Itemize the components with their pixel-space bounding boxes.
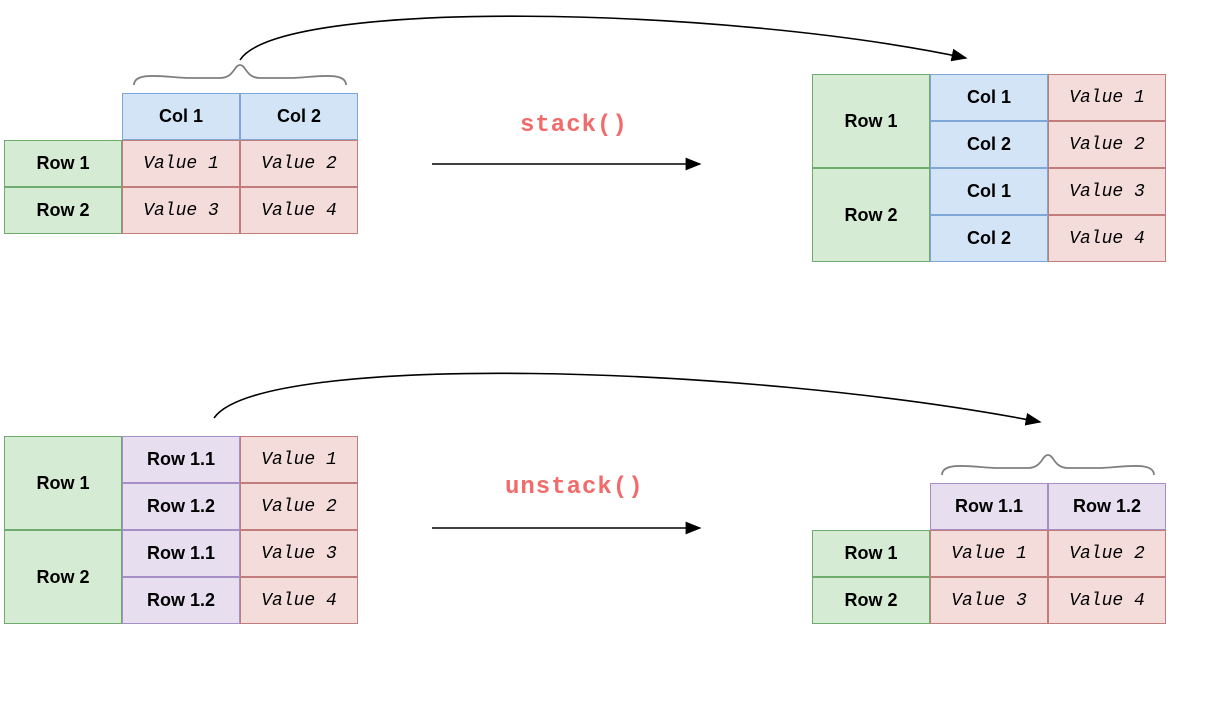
unstack-label: unstack() bbox=[505, 474, 644, 501]
arrow-icon bbox=[214, 373, 1040, 422]
data-cell: Value 1 bbox=[240, 436, 358, 483]
row-header-inner: Row 1.2 bbox=[122, 483, 240, 530]
data-cell: Value 1 bbox=[122, 140, 240, 187]
arrow-icon bbox=[240, 16, 966, 60]
row-header: Row 2 bbox=[4, 187, 122, 234]
row-header-outer: Row 1 bbox=[4, 436, 122, 530]
data-cell: Value 4 bbox=[1048, 215, 1166, 262]
row-header-inner: Row 1.1 bbox=[122, 436, 240, 483]
data-cell: Value 3 bbox=[930, 577, 1048, 624]
row-header: Row 2 bbox=[812, 577, 930, 624]
data-cell: Value 4 bbox=[1048, 577, 1166, 624]
row-header-inner: Col 2 bbox=[930, 121, 1048, 168]
data-cell: Value 3 bbox=[240, 530, 358, 577]
row-header-outer: Row 2 bbox=[4, 530, 122, 624]
brace-icon bbox=[134, 65, 346, 85]
data-cell: Value 2 bbox=[240, 140, 358, 187]
row-header-inner: Row 1.2 bbox=[122, 577, 240, 624]
col-header: Col 2 bbox=[240, 93, 358, 140]
row-header: Row 1 bbox=[4, 140, 122, 187]
row-header-outer: Row 1 bbox=[812, 74, 930, 168]
row-header-inner: Col 1 bbox=[930, 168, 1048, 215]
row-header: Row 1 bbox=[812, 530, 930, 577]
row-header-inner: Col 1 bbox=[930, 74, 1048, 121]
col-header: Row 1.1 bbox=[930, 483, 1048, 530]
data-cell: Value 2 bbox=[240, 483, 358, 530]
col-header: Row 1.2 bbox=[1048, 483, 1166, 530]
data-cell: Value 3 bbox=[1048, 168, 1166, 215]
col-header: Col 1 bbox=[122, 93, 240, 140]
data-cell: Value 2 bbox=[1048, 530, 1166, 577]
brace-icon bbox=[942, 455, 1154, 475]
row-header-inner: Row 1.1 bbox=[122, 530, 240, 577]
stack-label: stack() bbox=[520, 112, 628, 139]
data-cell: Value 3 bbox=[122, 187, 240, 234]
data-cell: Value 1 bbox=[930, 530, 1048, 577]
row-header-outer: Row 2 bbox=[812, 168, 930, 262]
data-cell: Value 4 bbox=[240, 187, 358, 234]
row-header-inner: Col 2 bbox=[930, 215, 1048, 262]
data-cell: Value 2 bbox=[1048, 121, 1166, 168]
data-cell: Value 1 bbox=[1048, 74, 1166, 121]
data-cell: Value 4 bbox=[240, 577, 358, 624]
